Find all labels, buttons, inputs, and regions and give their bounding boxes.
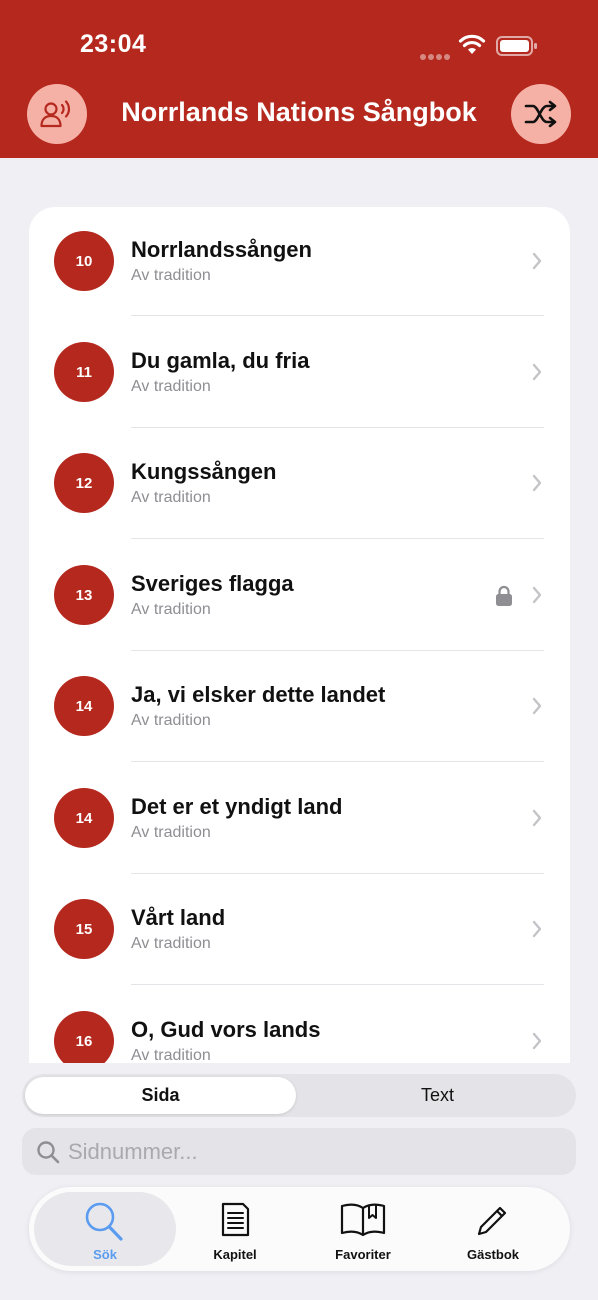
song-row[interactable]: 14 Det er et yndigt land Av tradition [29,764,570,875]
song-title: Norrlandssången [131,237,312,262]
chevron-right-icon [532,809,542,827]
song-author: Av tradition [131,712,211,729]
row-divider [131,873,544,874]
song-number-badge: 14 [54,788,114,848]
tab-gastbok[interactable]: Gästbok [428,1192,558,1266]
song-number-badge: 10 [54,231,114,291]
song-row[interactable]: 13 Sveriges flagga Av tradition [29,541,570,652]
chevron-right-icon [532,1032,542,1050]
tab-favoriter[interactable]: Favoriter [298,1192,428,1266]
song-number-badge: 11 [54,342,114,402]
cellular-signal-icon [420,47,452,65]
tab-label: Kapitel [213,1247,257,1262]
search-icon [85,1202,123,1241]
song-number-badge: 14 [54,676,114,736]
song-number-badge: 16 [54,1011,114,1071]
segment-sida[interactable]: Sida [25,1077,296,1114]
song-number-badge: 13 [54,565,114,625]
song-row[interactable]: 15 Vårt land Av tradition [29,875,570,986]
header-bar: 23:04 Norrlands Nations Sångbok [0,0,598,158]
row-divider [131,538,544,539]
row-divider [131,984,544,985]
page-number-input[interactable] [68,1128,558,1175]
battery-icon [496,36,537,56]
song-row[interactable]: 10 Norrlandssången Av tradition [29,207,570,318]
audio-listen-button[interactable] [27,84,87,144]
chevron-right-icon [532,363,542,381]
song-title: Kungssången [131,459,277,484]
search-mode-segmented-control: Sida Text [22,1074,576,1117]
song-author: Av tradition [131,378,211,395]
search-icon [37,1141,60,1164]
tab-sok[interactable]: Sök [34,1192,176,1266]
song-title: Ja, vi elsker dette landet [131,682,386,707]
song-author: Av tradition [131,489,211,506]
song-author: Av tradition [131,935,211,952]
song-author: Av tradition [131,267,211,284]
song-title: Du gamla, du fria [131,348,310,373]
song-row[interactable]: 11 Du gamla, du fria Av tradition [29,318,570,429]
document-list-icon [221,1202,250,1237]
tab-kapitel[interactable]: Kapitel [170,1192,300,1266]
row-divider [131,315,544,316]
tab-label: Sök [93,1247,117,1262]
status-indicators [420,34,544,60]
row-divider [131,427,544,428]
lock-icon [496,585,512,606]
song-author: Av tradition [131,601,211,618]
tab-label: Gästbok [466,1247,519,1262]
shuffle-icon [524,100,557,128]
status-time: 23:04 [80,30,147,58]
page-title: Norrlands Nations Sångbok [121,97,477,127]
wifi-icon [458,34,486,54]
song-title: O, Gud vors lands [131,1017,321,1042]
chevron-right-icon [532,586,542,604]
tab-bar: Sök Kapitel Favoriter Gästbok [29,1187,570,1271]
song-number-badge: 15 [54,899,114,959]
chevron-right-icon [532,474,542,492]
song-row[interactable]: 12 Kungssången Av tradition [29,429,570,540]
segment-text[interactable]: Text [302,1077,573,1114]
song-author: Av tradition [131,824,211,841]
open-book-bookmark-icon [340,1203,386,1237]
pencil-icon [477,1206,507,1236]
chevron-right-icon [532,697,542,715]
song-title: Det er et yndigt land [131,794,343,819]
tab-label: Favoriter [335,1247,391,1262]
song-title: Sveriges flagga [131,571,294,596]
song-number-badge: 12 [54,453,114,513]
row-divider [131,650,544,651]
song-title: Vårt land [131,905,226,930]
chevron-right-icon [532,252,542,270]
shuffle-button[interactable] [511,84,571,144]
song-row[interactable]: 14 Ja, vi elsker dette landet Av traditi… [29,652,570,763]
song-list: 10 Norrlandssången Av tradition 11 Du ga… [29,207,570,1087]
chevron-right-icon [532,920,542,938]
speaker-listening-icon [40,100,71,128]
row-divider [131,761,544,762]
search-bar [22,1128,576,1175]
